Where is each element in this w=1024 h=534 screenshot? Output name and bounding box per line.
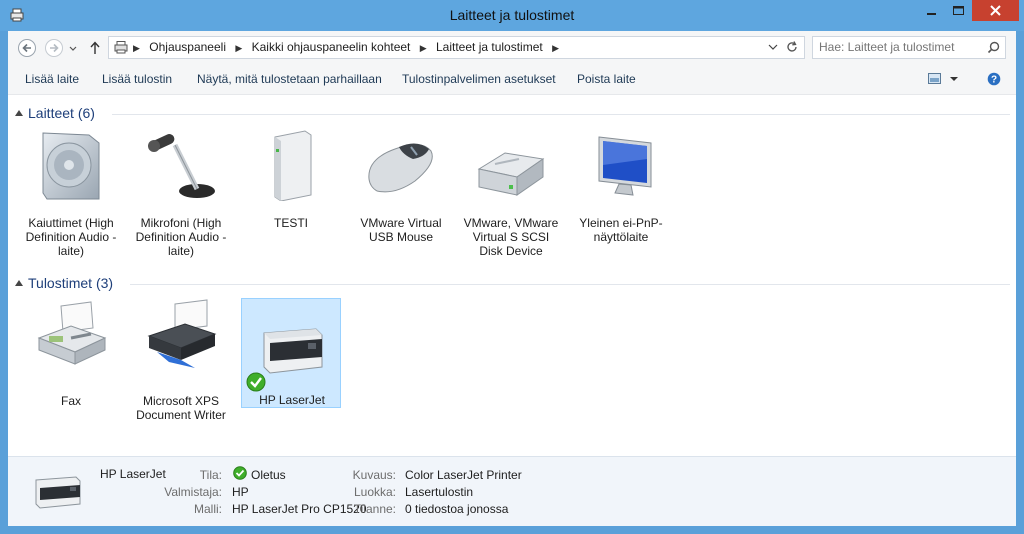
device-label: Kaiuttimet (High Definition Audio -laite… bbox=[25, 216, 117, 258]
breadcrumb-separator-icon[interactable]: ▶ bbox=[133, 43, 140, 54]
selected-printer-thumbnail-icon bbox=[35, 476, 81, 509]
collapse-group-icon[interactable] bbox=[15, 110, 23, 116]
collapse-group-icon[interactable] bbox=[15, 280, 23, 286]
device-label: Yleinen ei-PnP-näyttölaite bbox=[579, 216, 663, 244]
details-label-model: Malli: bbox=[193, 502, 222, 516]
printer-tile-xps-writer[interactable]: Microsoft XPS Document Writer bbox=[131, 298, 231, 422]
details-label-description: Kuvaus: bbox=[352, 468, 396, 482]
svg-text:?: ? bbox=[991, 75, 997, 86]
details-queue-value: 0 tiedostoa jonossa bbox=[405, 502, 509, 516]
search-input[interactable] bbox=[819, 40, 979, 54]
breadcrumb-separator-icon[interactable]: ▶ bbox=[552, 43, 559, 54]
hard-disk-icon bbox=[477, 152, 545, 196]
maximize-icon bbox=[953, 6, 964, 15]
forward-icon[interactable] bbox=[44, 38, 64, 58]
window-title: Laitteet ja tulostimet bbox=[449, 7, 575, 23]
navigation-bar: ▶ Ohjauspaneeli ▶ Kaikki ohjauspaneelin … bbox=[8, 31, 1016, 64]
laser-printer-icon bbox=[263, 328, 323, 374]
breadcrumb-separator-icon[interactable]: ▶ bbox=[420, 43, 427, 54]
group-header-devices[interactable]: Laitteet (6) bbox=[15, 105, 1010, 123]
maximize-button[interactable] bbox=[945, 0, 972, 21]
device-tile-speakers[interactable]: Kaiuttimet (High Definition Audio -laite… bbox=[21, 129, 121, 258]
details-label-manufacturer: Valmistaja: bbox=[164, 485, 222, 499]
refresh-icon[interactable] bbox=[785, 40, 799, 54]
details-label-status: Tila: bbox=[199, 468, 222, 482]
help-icon[interactable]: ? bbox=[987, 72, 1001, 86]
breadcrumb-devices-printers[interactable]: Laitteet ja tulostimet bbox=[436, 40, 543, 54]
add-printer-button[interactable]: Lisää tulostin bbox=[102, 72, 172, 86]
device-label: VMware, VMware Virtual S SCSI Disk Devic… bbox=[463, 216, 559, 258]
details-label-queue: Tilanne: bbox=[353, 502, 396, 516]
breadcrumb-separator-icon[interactable]: ▶ bbox=[235, 43, 242, 54]
group-title-devices: Laitteet (6) bbox=[28, 105, 95, 121]
view-options-icon[interactable] bbox=[927, 72, 943, 86]
printer-tile-fax[interactable]: Fax bbox=[21, 298, 121, 408]
view-options-chevron-icon[interactable] bbox=[949, 74, 959, 84]
fax-icon bbox=[37, 301, 107, 365]
group-title-printers: Tulostimet (3) bbox=[28, 275, 114, 291]
back-icon[interactable] bbox=[17, 38, 37, 58]
details-label-category: Luokka: bbox=[353, 485, 396, 499]
add-device-button[interactable]: Lisää laite bbox=[25, 72, 79, 86]
microphone-icon bbox=[148, 134, 215, 198]
details-status-value: Oletus bbox=[251, 468, 286, 482]
search-icon[interactable] bbox=[987, 41, 1000, 54]
breadcrumb-ohjauspaneeli[interactable]: Ohjauspaneeli bbox=[149, 40, 226, 54]
printer-label: HP LaserJet bbox=[259, 393, 325, 407]
device-tile-testi[interactable]: TESTI bbox=[241, 129, 341, 239]
device-tile-microphone[interactable]: Mikrofoni (High Definition Audio -laite) bbox=[131, 129, 231, 258]
recent-locations-chevron-icon[interactable] bbox=[68, 38, 78, 58]
minimize-button[interactable] bbox=[918, 0, 945, 21]
address-bar[interactable]: ▶ Ohjauspaneeli ▶ Kaikki ohjauspaneelin … bbox=[108, 36, 805, 59]
group-header-printers[interactable]: Tulostimet (3) bbox=[15, 275, 1010, 293]
minimize-icon bbox=[927, 13, 936, 15]
group-divider bbox=[130, 284, 1010, 285]
printer-tile-hp-laserjet[interactable]: HP LaserJet bbox=[241, 298, 341, 408]
device-list-view[interactable]: Laitteet (6) Kaiuttimet (High Definition… bbox=[8, 95, 1016, 456]
details-description-value: Color LaserJet Printer bbox=[405, 468, 522, 482]
explorer-client-area: ▶ Ohjauspaneeli ▶ Kaikki ohjauspaneelin … bbox=[8, 31, 1016, 527]
printer-icon bbox=[147, 299, 217, 368]
default-printer-check-icon bbox=[246, 372, 266, 392]
printer-label: Microsoft XPS Document Writer bbox=[136, 394, 226, 422]
printer-label: Fax bbox=[60, 394, 81, 408]
window-bottom-border bbox=[0, 526, 1024, 534]
computer-tower-icon bbox=[274, 130, 312, 201]
remove-device-button[interactable]: Poista laite bbox=[577, 72, 636, 86]
device-tile-display[interactable]: Yleinen ei-PnP-näyttölaite bbox=[571, 129, 671, 244]
details-category-value: Lasertulostin bbox=[405, 485, 474, 499]
address-history-chevron-icon[interactable] bbox=[767, 41, 779, 53]
device-tile-usb-mouse[interactable]: VMware Virtual USB Mouse bbox=[351, 129, 451, 244]
details-manufacturer-value: HP bbox=[232, 485, 249, 499]
see-whats-printing-button[interactable]: Näytä, mitä tulostetaan parhaillaan bbox=[197, 72, 382, 86]
details-pane: HP LaserJet Tila: Oletus Valmistaja: HP … bbox=[8, 456, 1016, 527]
search-box[interactable] bbox=[812, 36, 1006, 59]
device-label: Mikrofoni (High Definition Audio -laite) bbox=[135, 216, 227, 258]
group-divider bbox=[112, 114, 1010, 115]
close-button[interactable] bbox=[972, 0, 1019, 21]
close-icon bbox=[990, 5, 1001, 16]
command-bar: Lisää laite Lisää tulostin Näytä, mitä t… bbox=[8, 64, 1016, 95]
speaker-icon bbox=[42, 132, 100, 200]
up-arrow-icon[interactable] bbox=[88, 38, 102, 58]
breadcrumb-all-items[interactable]: Kaikki ohjauspaneelin kohteet bbox=[252, 40, 411, 54]
device-label: VMware Virtual USB Mouse bbox=[360, 216, 442, 244]
status-ok-icon bbox=[233, 466, 247, 480]
mouse-icon bbox=[368, 143, 433, 193]
device-label: TESTI bbox=[273, 216, 308, 230]
control-panel-location-icon bbox=[114, 41, 128, 54]
title-bar[interactable]: Laitteet ja tulostimet bbox=[0, 0, 1024, 31]
device-tile-scsi-disk[interactable]: VMware, VMware Virtual S SCSI Disk Devic… bbox=[461, 129, 561, 258]
breadcrumb: ▶ Ohjauspaneeli ▶ Kaikki ohjauspaneelin … bbox=[133, 40, 565, 54]
window-frame: Laitteet ja tulostimet ▶ Ohjauspaneeli ▶… bbox=[0, 0, 1024, 534]
monitor-icon bbox=[598, 136, 652, 196]
print-server-properties-button[interactable]: Tulostinpalvelimen asetukset bbox=[402, 72, 556, 86]
